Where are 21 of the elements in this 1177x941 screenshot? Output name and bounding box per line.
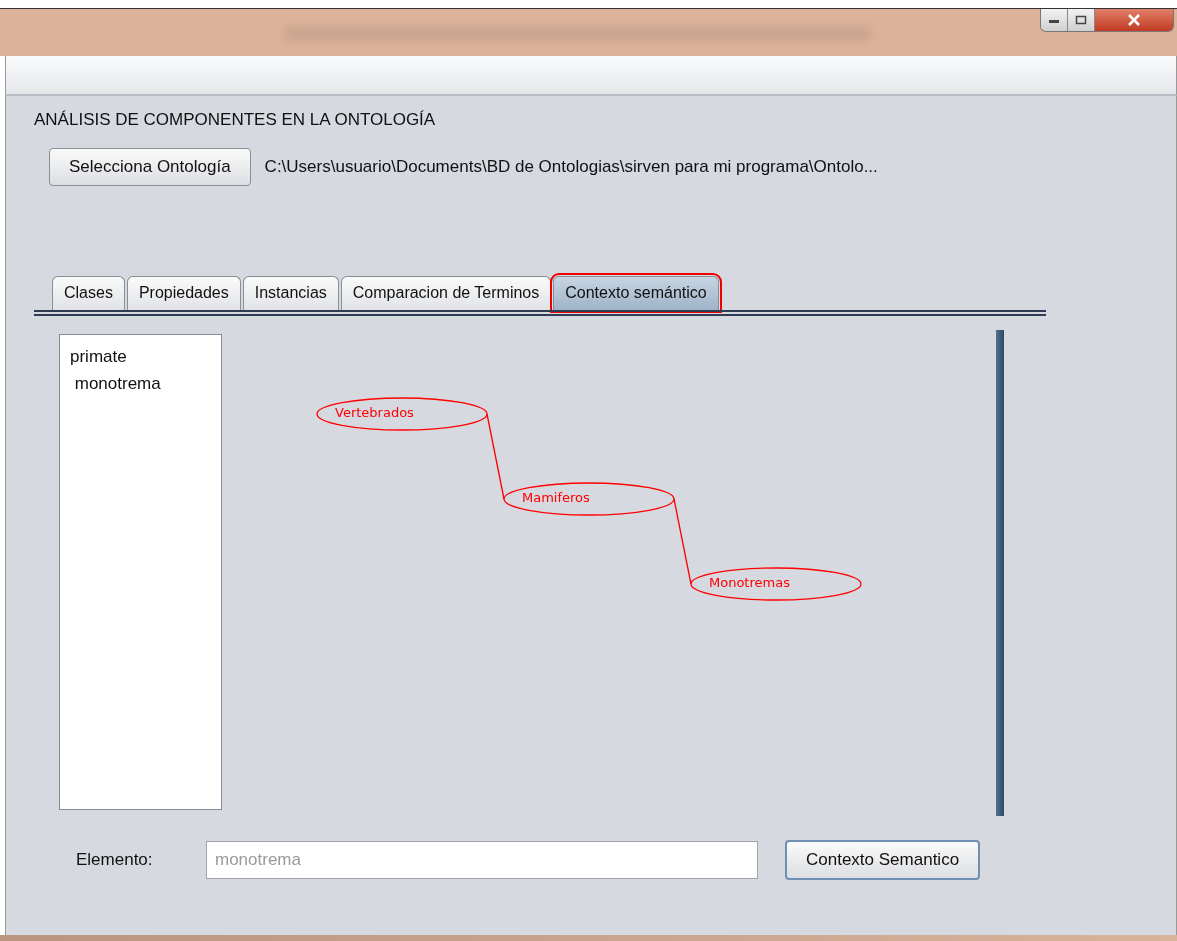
select-ontology-button[interactable]: Selecciona Ontología: [49, 148, 251, 186]
tab[interactable]: Propiedades: [126, 276, 241, 310]
close-button[interactable]: [1095, 9, 1173, 31]
file-path: C:\Users\usuario\Documents\BD de Ontologias\sirven para mi programa\Ontolo...: [264, 157, 878, 177]
element-label: Elemento:: [76, 850, 154, 870]
maximize-icon: [1075, 15, 1087, 25]
close-icon: [1127, 14, 1141, 26]
list-item[interactable]: primate: [70, 343, 211, 370]
semantic-context-button[interactable]: Contexto Semantico: [785, 840, 981, 880]
tab[interactable]: Comparacion de Terminos: [340, 276, 552, 310]
element-field[interactable]: monotrema: [206, 841, 758, 879]
node-label: Monotremas: [709, 575, 790, 590]
node-label: Mamiferos: [522, 490, 590, 505]
node-label: Vertebrados: [335, 405, 414, 420]
maximize-button[interactable]: [1068, 9, 1095, 31]
tab[interactable]: Clases: [52, 276, 125, 310]
minimize-button[interactable]: [1041, 9, 1068, 31]
heading: ANÁLISIS DE COMPONENTES EN LA ONTOLOGÍA: [34, 110, 437, 130]
tab[interactable]: Contexto semántico: [553, 276, 719, 310]
list-item[interactable]: monotrema: [70, 370, 211, 397]
tab[interactable]: Instancias: [242, 276, 339, 310]
